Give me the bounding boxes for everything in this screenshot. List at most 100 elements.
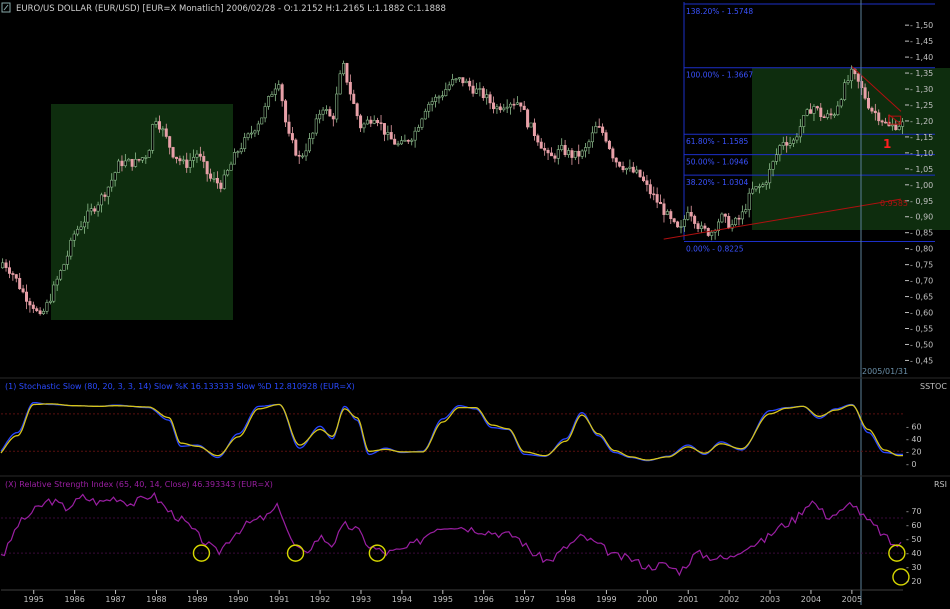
rsi-axis-label: - 60 xyxy=(906,521,922,530)
candle-body xyxy=(505,106,509,109)
candle-body xyxy=(464,80,468,84)
time-axis-label: 1995 xyxy=(24,595,44,604)
candle-body xyxy=(659,201,663,205)
candle-body xyxy=(785,142,789,146)
candle-body xyxy=(573,150,577,158)
candle-body xyxy=(655,194,659,203)
candle-body xyxy=(901,121,905,127)
stochastic-axis-label: - 20 xyxy=(906,447,922,456)
candle-body xyxy=(546,149,550,154)
candle-body xyxy=(430,101,434,105)
candle-body xyxy=(515,102,519,105)
price-axis-label: - 0,45 xyxy=(910,356,933,365)
candle-body xyxy=(676,221,680,228)
candle-body xyxy=(682,219,686,227)
candle-body xyxy=(461,77,465,84)
candle-body xyxy=(522,105,526,111)
price-axis-label: - 1,50 xyxy=(910,21,933,30)
price-axis-label: - 1,05 xyxy=(910,165,933,174)
time-axis-label: 1993 xyxy=(351,595,371,604)
rsi-axis-label: - 70 xyxy=(906,507,922,516)
candle-body xyxy=(324,109,328,111)
zone-box-1985 xyxy=(51,104,233,320)
candle-body xyxy=(359,115,363,129)
candle-body xyxy=(304,150,308,157)
candle-body xyxy=(42,310,46,315)
time-axis-label: 2000 xyxy=(637,595,657,604)
candle-body xyxy=(393,138,397,145)
candle-body xyxy=(495,106,499,110)
fib-label: 38.20% - 1.0304 xyxy=(686,178,749,187)
candle-body xyxy=(270,94,274,97)
candle-body xyxy=(215,177,219,184)
candle-body xyxy=(386,132,390,135)
candle-body xyxy=(287,121,291,134)
candle-body xyxy=(365,119,369,125)
candle-body xyxy=(113,172,117,181)
candle-body xyxy=(563,145,567,156)
rsi-axis-label: - 40 xyxy=(906,549,922,558)
fib-label: 100.00% - 1.3667 xyxy=(686,71,753,80)
price-candle xyxy=(607,139,611,150)
candle-body xyxy=(877,112,881,122)
price-axis-label: - 0,90 xyxy=(910,213,933,222)
candle-body xyxy=(478,88,482,90)
candle-body xyxy=(672,218,676,223)
candle-body xyxy=(246,133,250,138)
candle-body xyxy=(188,160,192,168)
candle-body xyxy=(260,117,264,125)
price-axis-label: - 0,85 xyxy=(910,229,933,238)
candle-body xyxy=(890,124,894,127)
candle-body xyxy=(607,140,611,150)
time-axis-label: 1990 xyxy=(228,595,248,604)
candle-body xyxy=(328,109,332,117)
price-axis-label: - 0,95 xyxy=(910,197,933,206)
price-axis-label: - 0,60 xyxy=(910,309,933,318)
candle-body xyxy=(512,103,516,106)
fib-label: 50.00% - 1.0946 xyxy=(686,158,749,167)
time-axis-label: 1987 xyxy=(105,595,125,604)
candle-body xyxy=(751,188,755,194)
candle-body xyxy=(734,217,738,225)
candle-body xyxy=(624,168,628,171)
candle-body xyxy=(805,109,809,116)
rsi-title: (X) Relative Strength Index (65, 40, 14,… xyxy=(5,480,273,489)
candle-body xyxy=(434,96,438,102)
candle-body xyxy=(52,284,56,302)
price-candle xyxy=(526,108,530,130)
candle-body xyxy=(239,148,243,153)
price-candle xyxy=(69,237,73,260)
candle-body xyxy=(273,88,277,95)
fib-label: 138.20% - 1.5748 xyxy=(686,7,753,16)
candle-body xyxy=(642,176,646,182)
time-axis-label: 1998 xyxy=(555,595,575,604)
candle-body xyxy=(822,116,826,119)
candle-body xyxy=(529,122,533,128)
time-axis-label: 2001 xyxy=(678,595,698,604)
candle-body xyxy=(597,126,601,128)
candle-body xyxy=(263,106,267,119)
candle-body xyxy=(185,159,189,168)
time-axis-label: 2004 xyxy=(801,595,821,604)
candle-body xyxy=(727,215,731,229)
candle-body xyxy=(427,103,431,112)
candle-body xyxy=(7,267,11,274)
candle-body xyxy=(492,102,496,110)
candle-body xyxy=(382,123,386,135)
candle-body xyxy=(48,300,52,303)
candle-body xyxy=(76,228,80,235)
candle-body xyxy=(297,154,301,157)
price-axis-label: - 1,30 xyxy=(910,85,933,94)
candle-body xyxy=(488,94,492,104)
candle-body xyxy=(638,169,642,178)
candle-body xyxy=(648,184,652,195)
candle-body xyxy=(294,139,298,156)
candle-body xyxy=(447,84,451,90)
candle-body xyxy=(389,132,393,140)
fib-label: 61.80% - 1.1585 xyxy=(686,137,749,146)
candle-body xyxy=(168,136,172,148)
candle-body xyxy=(284,100,288,123)
candle-body xyxy=(567,150,571,156)
candle-body xyxy=(570,150,574,158)
candle-body xyxy=(662,203,666,215)
